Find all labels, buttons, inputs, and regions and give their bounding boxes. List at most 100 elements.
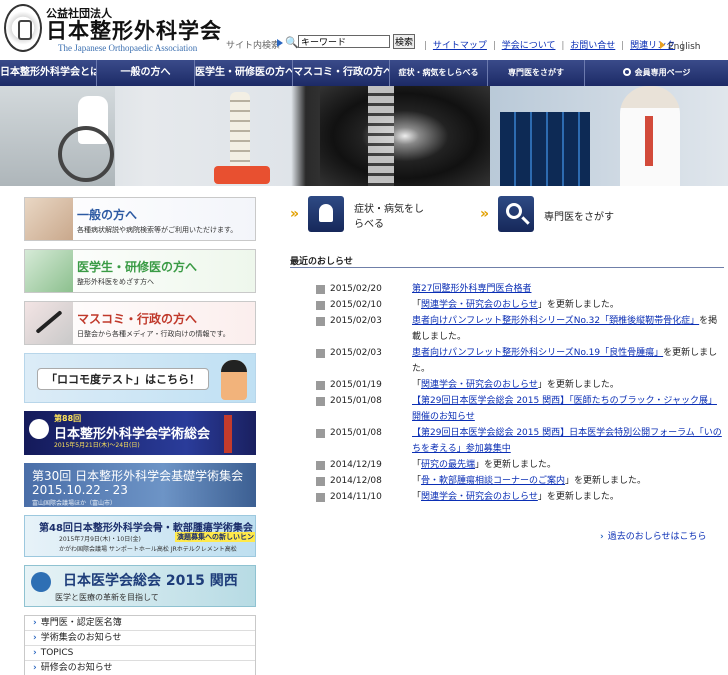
news-prefix: 「 [412,476,422,486]
question-icon [319,204,333,222]
card-media[interactable]: マスコミ・行政の方へ 日整会から各種メディア・行政向けの情報です。 [24,301,256,345]
news-body: 患者向けパンフレット整形外科シリーズNo.32「頚椎後縦靭帯骨化症」を掲載しまし… [412,313,724,345]
key-icon [622,68,631,76]
news-date: 2015/02/10 [330,300,382,310]
news-suffix: 」を更新しました。 [537,492,619,502]
nav-item-about[interactable]: 日本整形外科学会とは [0,60,97,86]
nav-item-specialist[interactable]: 専門医をさがす [488,60,585,86]
news-item: 2015/01/08 【第29回日本医学会総会 2015 関西】日本医学会特別公… [316,425,724,457]
news-date: 2014/11/10 [330,492,382,502]
news-link[interactable]: 関連学会・研究会のおしらせ [421,300,538,310]
separator: | [492,41,496,51]
news-date: 2015/01/19 [330,380,382,390]
news-date: 2014/12/19 [330,460,382,470]
nav-item-general[interactable]: 一般の方へ [97,60,195,86]
search-button[interactable]: 検索 [393,34,415,49]
search-icon [506,203,522,219]
nav-item-media[interactable]: マスコミ・行政の方へ [293,60,390,86]
news-body: 「研究の最先端」を更新しました。 [412,457,724,473]
event-88-logo [29,419,49,439]
news-item: 2014/11/10 「関連学会・研究会のおしらせ」を更新しました。 [316,489,724,505]
sitemap-link[interactable]: サイトマップ [433,41,487,51]
event-banner-48th-tumor-meeting[interactable]: 第48回日本整形外科学会骨・軟部腫瘍学術集会 2015年7月9日(木)・10日(… [24,515,256,557]
nav-item-symptoms[interactable]: 症状・病気をしらべる [390,60,488,86]
news-prefix: 「 [412,380,422,390]
card-general-public[interactable]: 一般の方へ 各種病状解説や病院検索等がご利用いただけます。 [24,197,256,241]
locomo-test-banner[interactable]: 「ロコモ度テスト」はこちら！ [24,353,256,403]
news-suffix: 」を更新しました。 [475,460,557,470]
contact-link[interactable]: お問い合せ [570,41,615,51]
news-link[interactable]: 患者向けパンフレット整形外科シリーズNo.32「頚椎後縦靭帯骨化症」 [412,316,699,326]
feature-specialist-button[interactable]: » 専門医をさがす [480,196,680,232]
news-item: 2015/02/03 患者向けパンフレット整形外科シリーズNo.32「頚椎後縦靭… [316,313,724,345]
news-item: 2014/12/08 「骨・軟部腫瘍相談コーナーのご案内」を更新しました。 [316,473,724,489]
card-media-desc: 日整会から各種メディア・行政向けの情報です。 [77,330,230,338]
square-bullet-icon [316,477,325,486]
news-link[interactable]: 患者向けパンフレット整形外科シリーズNo.19「良性骨腫瘍」 [412,348,663,358]
event-30-date: 2015.10.22 - 23 [32,483,128,497]
news-link[interactable]: 関連学会・研究会のおしらせ [421,380,538,390]
arrow-right-icon [277,39,283,47]
event-banner-88th-congress[interactable]: 第88回 日本整形外科学会学術総会 2015年5月21日(木)〜24日(日) [24,411,256,455]
news-item: 2014/12/19 「研究の最先端」を更新しました。 [316,457,724,473]
event-banner-30th-basic-meeting[interactable]: 第30回 日本整形外科学会基礎学術集会 2015.10.22 - 23 富山国際… [24,463,256,507]
card-students-desc: 整形外科医をめざす方へ [77,278,154,286]
main-nav: 日本整形外科学会とは 一般の方へ 医学生・研修医の方へ マスコミ・行政の方へ 症… [0,60,728,86]
feature-symptoms-button[interactable]: » 症状・病気をしらべる [290,196,470,232]
banner-wheelchair-image [58,126,114,182]
news-body: 【第29回日本医学会総会 2015 関西】「医師たちのブラック・ジャック展」開催… [412,393,724,425]
news-prefix: 「 [412,300,422,310]
square-bullet-icon [316,301,325,310]
locomo-test-label: 「ロコモ度テスト」はこちら！ [37,368,209,390]
banner-mri-image [320,86,490,186]
search-icon: 🔍 [285,36,299,49]
news-heading: 最近のおしらせ [290,254,724,268]
about-link[interactable]: 学会について [502,41,556,51]
site-header: 公益社団法人 日本整形外科学会 The Japanese Orthopaedic… [0,0,728,60]
card-media-thumbnail [25,302,73,344]
event-30-venue: 富山国際会議場ほか（富山市） [32,500,117,507]
news-suffix: 」を更新しました。 [537,380,619,390]
news-body: 「骨・軟部腫瘍相談コーナーのご案内」を更新しました。 [412,473,724,489]
news-date: 2015/02/03 [330,348,382,358]
past-news-link[interactable]: 過去のおしらせはこちら [600,529,707,542]
banner-mri-spine-image [368,86,394,186]
search-label: サイト内検索 [226,41,281,51]
news-item: 2015/02/10 「関連学会・研究会のおしらせ」を更新しました。 [316,297,724,313]
square-bullet-icon [316,285,325,294]
card-students-thumbnail [25,250,73,292]
quick-links: 専門医・認定医名簿 学術集会のお知らせ TOPICS 研修会のお知らせ [24,615,256,675]
news-link[interactable]: 第27回整形外科専門医合格者 [412,284,531,294]
event-banner-29th-medical-congress[interactable]: 日本医学会総会 2015 関西 医学と医療の革新を目指して [24,565,256,607]
nav-item-members[interactable]: 会員専用ページ [585,60,728,86]
question-person-icon [308,196,344,232]
square-bullet-icon [316,381,325,390]
news-link[interactable]: 研究の最先端 [421,460,475,470]
news-link[interactable]: 【第29回日本医学会総会 2015 関西】日本医学会特別公開フォーラム「いのちを… [412,428,722,454]
event-48-venue: かがわ国際会議場 サンポートホール高松 JRホテルクレメント高松 [59,546,237,553]
news-link[interactable]: 骨・軟部腫瘍相談コーナーのご案内 [421,476,565,486]
news-link[interactable]: 関連学会・研究会のおしらせ [421,492,538,502]
card-students[interactable]: 医学生・研修医の方へ 整形外科医をめざす方へ [24,249,256,293]
news-suffix: 」を更新しました。 [537,300,619,310]
news-item: 2015/02/03 患者向けパンフレット整形外科シリーズNo.19「良性骨腫瘍… [316,345,724,377]
square-bullet-icon [316,397,325,406]
news-suffix: 」を更新しました。 [565,476,647,486]
square-bullet-icon [316,461,325,470]
association-seal-logo[interactable] [4,4,42,52]
news-date: 2015/02/20 [330,284,382,294]
nav-item-students[interactable]: 医学生・研修医の方へ [195,60,293,86]
quick-link-topics[interactable]: TOPICS [25,646,255,661]
locomo-person-illustration [221,360,247,400]
news-link[interactable]: 【第29回日本医学会総会 2015 関西】「医師たちのブラック・ジャック展」開催… [412,396,717,422]
news-prefix: 「 [412,492,422,502]
separator: | [561,41,565,51]
quick-link-meetings[interactable]: 学術集会のお知らせ [25,631,255,646]
quick-link-seminars[interactable]: 研修会のお知らせ [25,661,255,675]
english-link[interactable]: English [660,41,701,52]
news-date: 2015/01/08 [330,396,382,406]
quick-link-specialist-list[interactable]: 専門医・認定医名簿 [25,616,255,631]
search-input[interactable] [298,35,390,48]
double-chevron-right-icon: » [480,206,489,222]
site-title[interactable]: 日本整形外科学会 [46,15,222,45]
